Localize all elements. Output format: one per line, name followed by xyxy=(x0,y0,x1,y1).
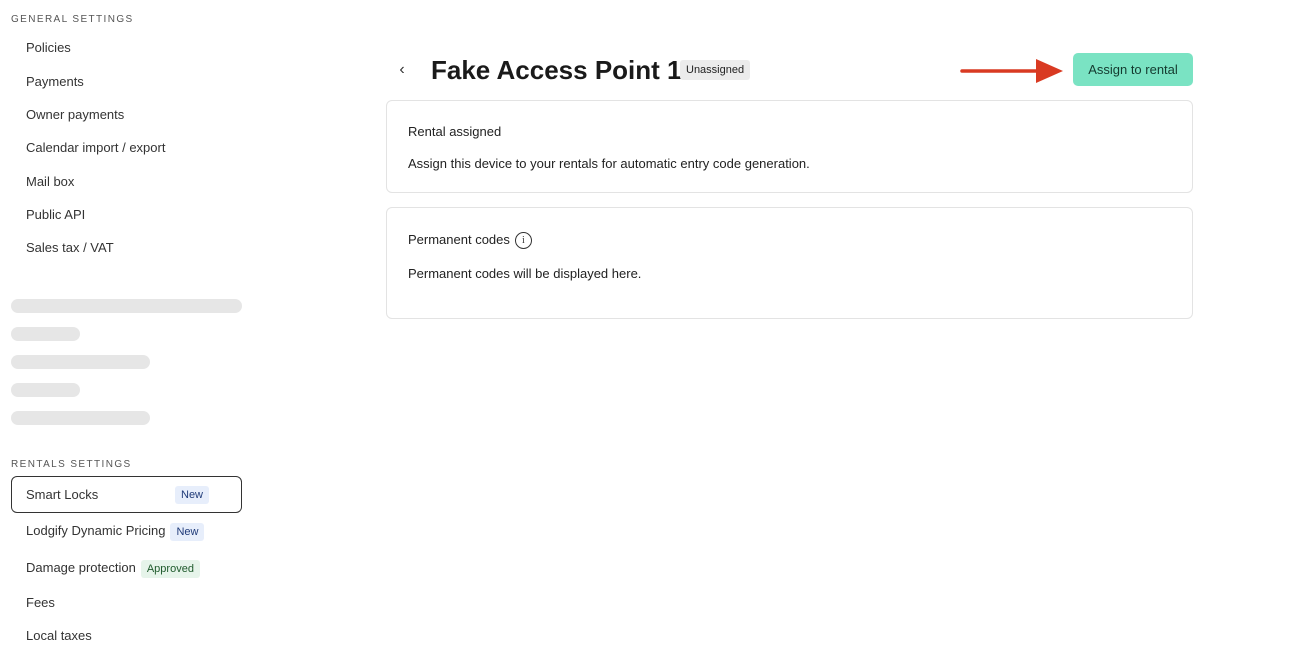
general-settings-heading: GENERAL SETTINGS xyxy=(11,14,134,25)
sidebar-item-label: Smart Locks xyxy=(26,487,99,502)
status-badge: Unassigned xyxy=(680,60,751,80)
page-title: Fake Access Point 1 xyxy=(431,55,682,85)
skeleton-placeholder xyxy=(11,299,242,313)
card-title: Permanent codes xyxy=(408,232,510,247)
skeleton-placeholder xyxy=(11,411,150,425)
assign-to-rental-button[interactable]: Assign to rental xyxy=(1073,53,1193,86)
card-title-row: Permanent codes i xyxy=(408,231,532,250)
sidebar-item-owner-payments[interactable]: Owner payments xyxy=(26,105,124,125)
sidebar-item-payments[interactable]: Payments xyxy=(26,72,84,92)
skeleton-placeholder xyxy=(11,327,80,341)
sidebar-item-label: Damage protection xyxy=(26,560,136,575)
sidebar-item-smart-locks[interactable]: Smart Locks New xyxy=(11,476,242,513)
rental-assigned-card: Rental assigned Assign this device to yo… xyxy=(386,100,1193,193)
new-badge: New xyxy=(175,486,210,504)
sidebar-item-lodgify-dynamic-pricing[interactable]: Lodgify Dynamic Pricing New xyxy=(26,521,205,541)
rentals-settings-heading: RENTALS SETTINGS xyxy=(11,459,132,470)
app: GENERAL SETTINGS Policies Payments Owner… xyxy=(0,0,1306,656)
permanent-codes-card: Permanent codes i Permanent codes will be… xyxy=(386,207,1193,319)
sidebar: GENERAL SETTINGS Policies Payments Owner… xyxy=(0,0,260,656)
sidebar-item-public-api[interactable]: Public API xyxy=(26,205,85,225)
approved-badge: Approved xyxy=(140,559,200,578)
sidebar-item-label: Lodgify Dynamic Pricing xyxy=(26,523,166,538)
skeleton-placeholder xyxy=(11,355,150,369)
sidebar-item-calendar-import-export[interactable]: Calendar import / export xyxy=(26,138,165,158)
new-badge: New xyxy=(170,522,205,541)
card-title: Rental assigned xyxy=(408,124,502,139)
sidebar-item-damage-protection[interactable]: Damage protection Approved xyxy=(26,558,200,578)
sidebar-item-mail-box[interactable]: Mail box xyxy=(26,172,74,192)
card-description: Permanent codes will be displayed here. xyxy=(408,266,642,281)
sidebar-item-policies[interactable]: Policies xyxy=(26,38,71,58)
sidebar-item-sales-tax-vat[interactable]: Sales tax / VAT xyxy=(26,238,114,258)
sidebar-item-fees[interactable]: Fees xyxy=(26,593,55,613)
chevron-left-icon[interactable]: ‹ xyxy=(394,58,410,82)
sidebar-item-local-taxes[interactable]: Local taxes xyxy=(26,626,92,646)
card-description: Assign this device to your rentals for a… xyxy=(408,156,810,171)
info-icon[interactable]: i xyxy=(514,232,532,250)
annotation-arrow-icon xyxy=(960,59,1063,83)
skeleton-placeholder xyxy=(11,383,80,397)
